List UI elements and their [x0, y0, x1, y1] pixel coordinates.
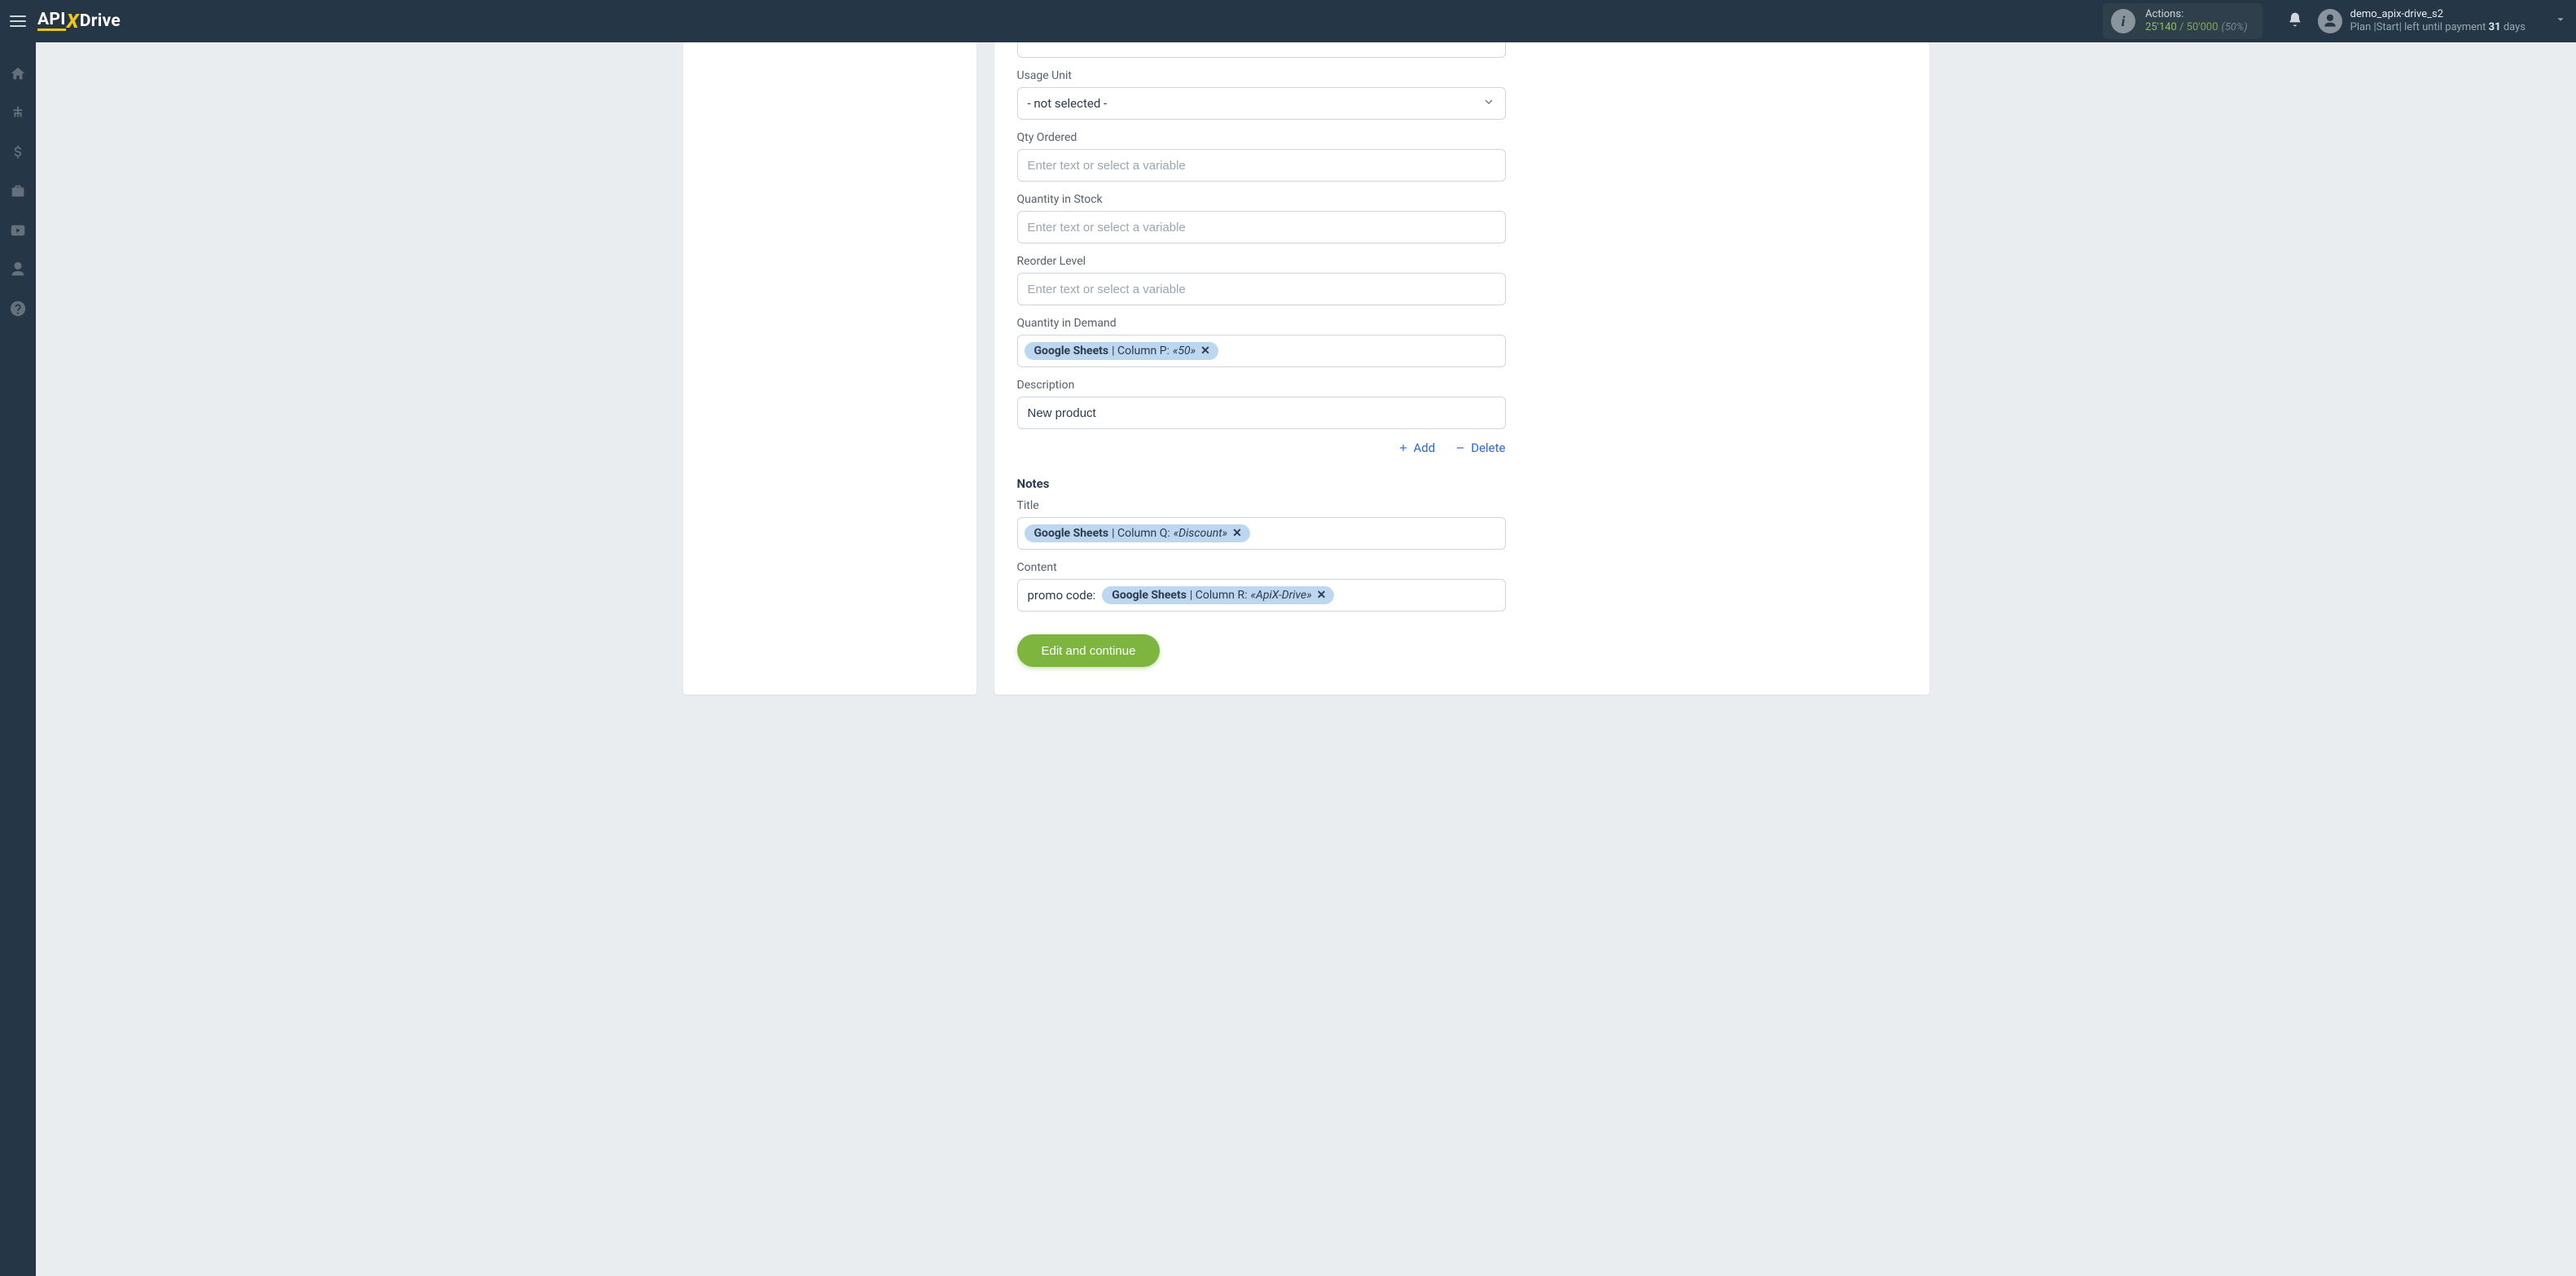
edit-continue-button[interactable]: Edit and continue — [1017, 634, 1161, 667]
remove-token-icon[interactable]: ✕ — [1317, 589, 1327, 602]
title-input[interactable]: Google Sheets | Column Q: «Discount» ✕ — [1017, 517, 1506, 550]
plus-icon — [1398, 442, 1409, 454]
partial-input-top[interactable] — [1017, 42, 1506, 58]
user-menu[interactable]: demo_apix-drive_s2 Plan |Start| left unt… — [2318, 8, 2566, 35]
qty-demand-input[interactable]: Google Sheets | Column P: «50» ✕ — [1017, 335, 1506, 367]
briefcase-icon[interactable] — [9, 182, 27, 200]
qty-ordered-label: Qty Ordered — [1017, 128, 1506, 144]
add-button[interactable]: Add — [1398, 441, 1436, 455]
form-panel: Usage Unit - not selected - Qty Ordered — [994, 42, 1929, 695]
usage-unit-label: Usage Unit — [1017, 66, 1506, 82]
delete-button[interactable]: Delete — [1455, 441, 1505, 455]
actions-usage-pill[interactable]: i Actions: 25'140 / 50'000(50%) — [2103, 3, 2262, 40]
remove-token-icon[interactable]: ✕ — [1200, 344, 1210, 357]
usage-unit-select[interactable]: - not selected - — [1017, 87, 1506, 120]
user-plan: Plan |Start| left until payment 31 days — [2350, 21, 2526, 34]
content-input[interactable]: promo code: Google Sheets | Column R: «A… — [1017, 579, 1506, 612]
reorder-label: Reorder Level — [1017, 252, 1506, 268]
qty-demand-token[interactable]: Google Sheets | Column P: «50» ✕ — [1025, 342, 1218, 360]
notifications-button[interactable] — [2287, 11, 2305, 31]
brand-logo[interactable]: APIXDrive — [37, 10, 121, 33]
brand-api: API — [37, 11, 66, 31]
title-token[interactable]: Google Sheets | Column Q: «Discount» ✕ — [1025, 524, 1250, 542]
left-panel — [683, 42, 976, 695]
qty-demand-label: Quantity in Demand — [1017, 314, 1506, 330]
qty-stock-input[interactable] — [1017, 211, 1506, 243]
usage-unit-value: - not selected - — [1028, 96, 1108, 111]
dollar-icon[interactable] — [9, 143, 27, 161]
content-prefix: promo code: — [1028, 588, 1096, 603]
brand-x: X — [67, 10, 79, 33]
sidebar-rail — [0, 42, 36, 1276]
youtube-icon[interactable] — [9, 221, 27, 239]
actions-label: Actions: — [2145, 8, 2248, 21]
minus-icon — [1455, 442, 1466, 454]
description-input[interactable] — [1017, 397, 1506, 429]
remove-token-icon[interactable]: ✕ — [1232, 527, 1242, 540]
question-icon[interactable] — [9, 300, 27, 318]
bell-icon — [2287, 11, 2303, 28]
topbar: APIXDrive i Actions: 25'140 / 50'000(50%… — [0, 0, 2576, 42]
avatar-icon — [2318, 9, 2342, 33]
title-label: Title — [1017, 499, 1506, 512]
content-label: Content — [1017, 558, 1506, 574]
chevron-down-icon — [1482, 95, 1495, 112]
actions-numbers: 25'140 / 50'000(50%) — [2145, 21, 2248, 34]
chevron-down-icon — [2555, 14, 2566, 29]
reorder-input[interactable] — [1017, 273, 1506, 305]
row-actions: Add Delete — [1017, 441, 1506, 455]
home-icon[interactable] — [9, 65, 27, 83]
user-name: demo_apix-drive_s2 — [2350, 8, 2526, 21]
sitemap-icon[interactable] — [9, 104, 27, 122]
menu-toggle-button[interactable] — [7, 10, 29, 33]
notes-heading: Notes — [1017, 476, 1506, 491]
user-icon[interactable] — [9, 261, 27, 278]
content-token[interactable]: Google Sheets | Column R: «ApiX-Drive» ✕ — [1102, 586, 1334, 604]
description-label: Description — [1017, 375, 1506, 392]
qty-ordered-input[interactable] — [1017, 149, 1506, 182]
info-icon: i — [2111, 9, 2135, 33]
qty-stock-label: Quantity in Stock — [1017, 190, 1506, 206]
brand-drive: Drive — [80, 13, 121, 30]
